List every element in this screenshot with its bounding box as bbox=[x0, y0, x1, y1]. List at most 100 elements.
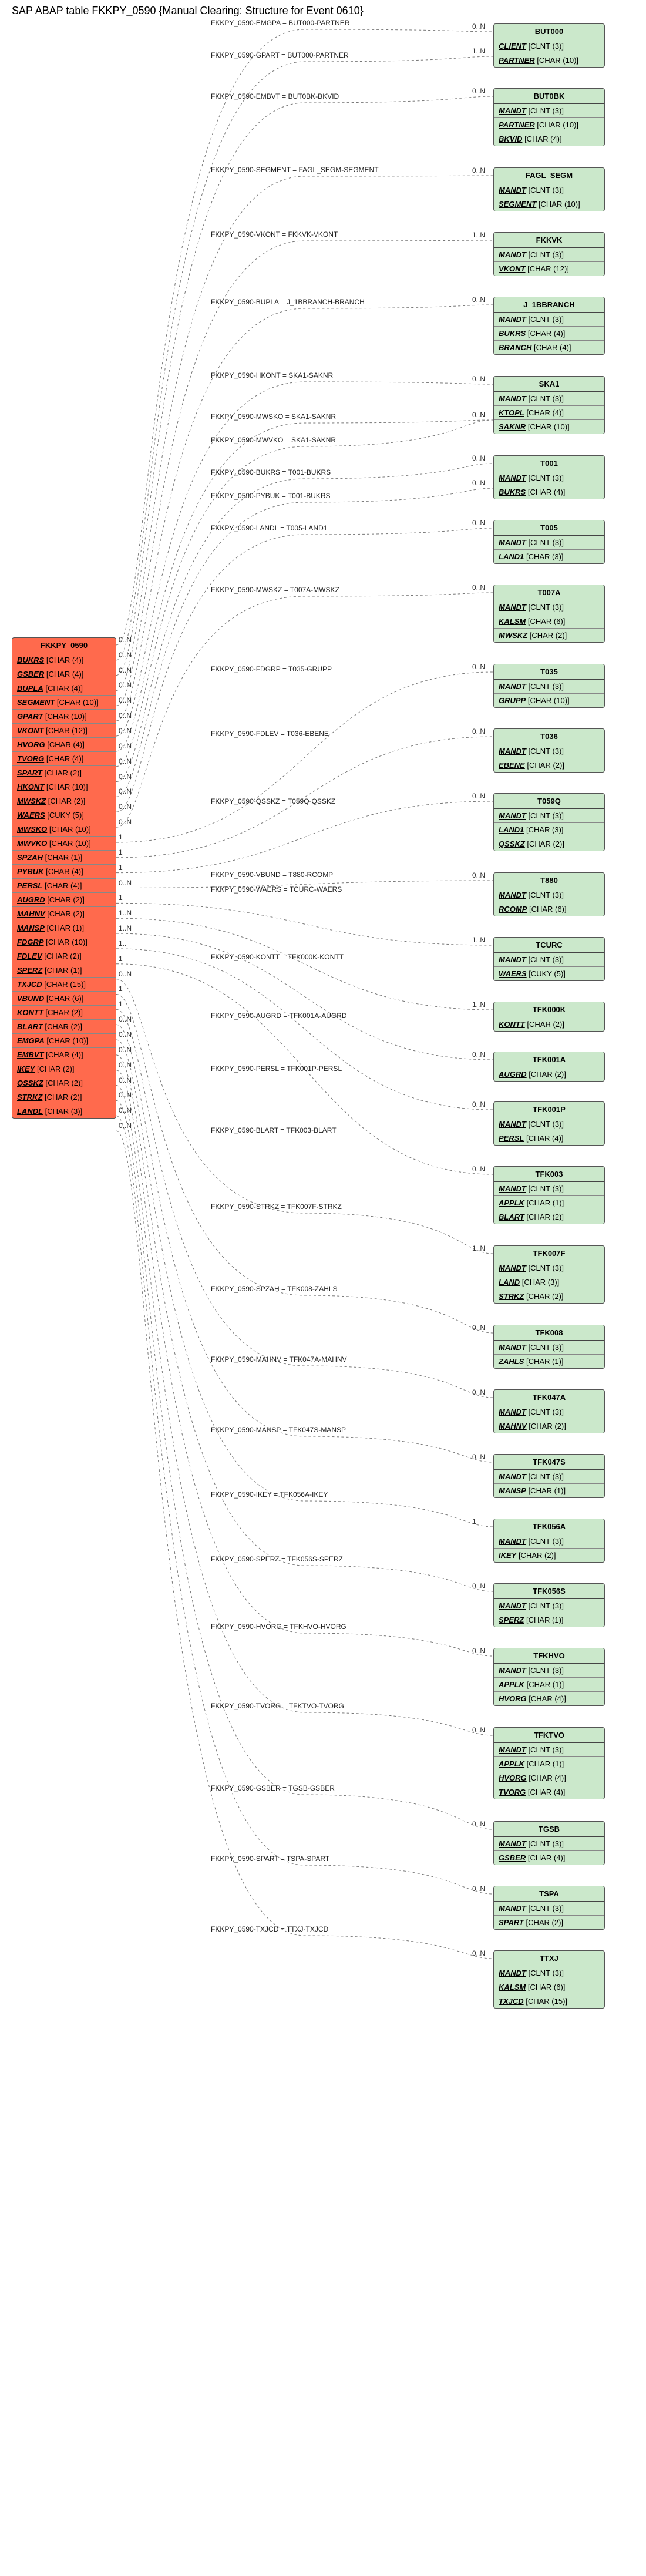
field-row: PERSL [CHAR (4)] bbox=[494, 1131, 604, 1145]
field-row: MAHNV [CHAR (2)] bbox=[494, 1419, 604, 1433]
field-row: VKONT [CHAR (12)] bbox=[12, 723, 116, 737]
field-row: EBENE [CHAR (2)] bbox=[494, 758, 604, 772]
cardinality-source: 0..N bbox=[119, 879, 132, 887]
field-row: QSSKZ [CHAR (2)] bbox=[12, 1076, 116, 1090]
edge-label: FKKPY_0590-EMBVT = BUT0BK-BKVID bbox=[211, 92, 339, 100]
cardinality-target: 0..N bbox=[472, 295, 485, 304]
entity-header: T059Q bbox=[494, 794, 604, 809]
field-row: MANDT [CLNT (3)] bbox=[494, 1966, 604, 1980]
edge-label: FKKPY_0590-WAERS = TCURC-WAERS bbox=[211, 885, 342, 894]
cardinality-source: 0..N bbox=[119, 757, 132, 765]
entity-header: TFK056S bbox=[494, 1584, 604, 1599]
cardinality-source: 1 bbox=[119, 985, 123, 993]
field-row: MANDT [CLNT (3)] bbox=[494, 680, 604, 693]
edge-label: FKKPY_0590-SPART = TSPA-SPART bbox=[211, 1855, 329, 1863]
field-row: MANDT [CLNT (3)] bbox=[494, 809, 604, 822]
field-row: GPART [CHAR (10)] bbox=[12, 709, 116, 723]
cardinality-source: 1 bbox=[119, 864, 123, 872]
entity-header: TFKTVO bbox=[494, 1728, 604, 1743]
edge-label: FKKPY_0590-HVORG = TFKHVO-HVORG bbox=[211, 1623, 346, 1631]
cardinality-target: 1..N bbox=[472, 936, 485, 944]
edge-label: FKKPY_0590-GPART = BUT000-PARTNER bbox=[211, 51, 349, 59]
cardinality-source: 0..N bbox=[119, 711, 132, 720]
cardinality-target: 0..N bbox=[472, 519, 485, 527]
cardinality-source: 1 bbox=[119, 894, 123, 902]
field-row: BLART [CHAR (2)] bbox=[12, 1019, 116, 1033]
entity-header: J_1BBRANCH bbox=[494, 297, 604, 313]
field-row: KTOPL [CHAR (4)] bbox=[494, 405, 604, 419]
edge-label: FKKPY_0590-BUPLA = J_1BBRANCH-BRANCH bbox=[211, 298, 365, 306]
field-row: PARTNER [CHAR (10)] bbox=[494, 117, 604, 132]
cardinality-target: 1..N bbox=[472, 47, 485, 55]
entity-fkkvk: FKKVKMANDT [CLNT (3)]VKONT [CHAR (12)] bbox=[493, 232, 605, 276]
field-row: MANDT [CLNT (3)] bbox=[494, 744, 604, 758]
cardinality-source: 1.. bbox=[119, 939, 126, 948]
cardinality-target: 0..N bbox=[472, 1165, 485, 1173]
cardinality-source: 0..N bbox=[119, 1015, 132, 1023]
field-row: MANDT [CLNT (3)] bbox=[494, 600, 604, 614]
field-row: SAKNR [CHAR (10)] bbox=[494, 419, 604, 434]
field-row: PARTNER [CHAR (10)] bbox=[494, 53, 604, 67]
entity-header: T007A bbox=[494, 585, 604, 600]
cardinality-source: 0..N bbox=[119, 651, 132, 659]
cardinality-target: 1..N bbox=[472, 1244, 485, 1252]
cardinality-target: 0..N bbox=[472, 1100, 485, 1109]
entity-tfk001p: TFK001PMANDT [CLNT (3)]PERSL [CHAR (4)] bbox=[493, 1101, 605, 1146]
edge-label: FKKPY_0590-SEGMENT = FAGL_SEGM-SEGMENT bbox=[211, 166, 379, 174]
cardinality-source: 0..N bbox=[119, 1121, 132, 1130]
entity-header: TSPA bbox=[494, 1886, 604, 1902]
cardinality-target: 1 bbox=[472, 1517, 476, 1526]
entity-t001: T001MANDT [CLNT (3)]BUKRS [CHAR (4)] bbox=[493, 455, 605, 499]
cardinality-source: 0..N bbox=[119, 1030, 132, 1039]
edge-label: FKKPY_0590-MWSKZ = T007A-MWSKZ bbox=[211, 586, 339, 594]
field-row: MANDT [CLNT (3)] bbox=[494, 1902, 604, 1915]
edge-label: FKKPY_0590-FDLEV = T036-EBENE bbox=[211, 730, 329, 738]
field-row: MANDT [CLNT (3)] bbox=[494, 1470, 604, 1483]
cardinality-target: 0..N bbox=[472, 1453, 485, 1461]
field-row: LANDL [CHAR (3)] bbox=[12, 1104, 116, 1118]
entity-fkkpy_0590: FKKPY_0590BUKRS [CHAR (4)]GSBER [CHAR (4… bbox=[12, 637, 116, 1119]
cardinality-target: 0..N bbox=[472, 1949, 485, 1957]
edge-label: FKKPY_0590-IKEY = TFK056A-IKEY bbox=[211, 1490, 328, 1499]
entity-header: TFKHVO bbox=[494, 1648, 604, 1664]
entity-t059q: T059QMANDT [CLNT (3)]LAND1 [CHAR (3)]QSS… bbox=[493, 793, 605, 851]
field-row: RCOMP [CHAR (6)] bbox=[494, 902, 604, 916]
cardinality-target: 0..N bbox=[472, 1050, 485, 1059]
field-row: WAERS [CUKY (5)] bbox=[494, 966, 604, 980]
cardinality-source: 0..N bbox=[119, 802, 132, 811]
entity-header: TFK008 bbox=[494, 1325, 604, 1341]
cardinality-source: 0..N bbox=[119, 636, 132, 644]
edge-label: FKKPY_0590-PERSL = TFK001P-PERSL bbox=[211, 1064, 342, 1073]
entity-ttxj: TTXJMANDT [CLNT (3)]KALSM [CHAR (6)]TXJC… bbox=[493, 1950, 605, 2009]
entity-header: TFK000K bbox=[494, 1002, 604, 1017]
entity-tfk047a: TFK047AMANDT [CLNT (3)]MAHNV [CHAR (2)] bbox=[493, 1389, 605, 1433]
edge-label: FKKPY_0590-BUKRS = T001-BUKRS bbox=[211, 468, 331, 476]
field-row: MWSKZ [CHAR (2)] bbox=[12, 794, 116, 808]
edge-label: FKKPY_0590-MWSKO = SKA1-SAKNR bbox=[211, 412, 336, 421]
cardinality-source: 1 bbox=[119, 833, 123, 841]
entity-tfk007f: TFK007FMANDT [CLNT (3)]LAND [CHAR (3)]ST… bbox=[493, 1245, 605, 1304]
field-row: EMGPA [CHAR (10)] bbox=[12, 1033, 116, 1047]
field-row: STRKZ [CHAR (2)] bbox=[12, 1090, 116, 1104]
field-row: SEGMENT [CHAR (10)] bbox=[12, 695, 116, 709]
field-row: SPART [CHAR (2)] bbox=[12, 765, 116, 780]
cardinality-source: 0..N bbox=[119, 727, 132, 735]
field-row: MANSP [CHAR (1)] bbox=[12, 921, 116, 935]
field-row: SPZAH [CHAR (1)] bbox=[12, 850, 116, 864]
field-row: MANDT [CLNT (3)] bbox=[494, 313, 604, 326]
cardinality-target: 1..N bbox=[472, 231, 485, 239]
field-row: QSSKZ [CHAR (2)] bbox=[494, 837, 604, 851]
entity-header: TCURC bbox=[494, 938, 604, 953]
field-row: AUGRD [CHAR (2)] bbox=[12, 892, 116, 906]
field-row: MANDT [CLNT (3)] bbox=[494, 1664, 604, 1677]
cardinality-source: 0..N bbox=[119, 787, 132, 795]
page-title: SAP ABAP table FKKPY_0590 {Manual Cleari… bbox=[12, 5, 364, 17]
field-row: TVORG [CHAR (4)] bbox=[12, 751, 116, 765]
entity-t880: T880MANDT [CLNT (3)]RCOMP [CHAR (6)] bbox=[493, 872, 605, 916]
entity-header: SKA1 bbox=[494, 377, 604, 392]
field-row: CLIENT [CLNT (3)] bbox=[494, 39, 604, 53]
field-row: ZAHLS [CHAR (1)] bbox=[494, 1354, 604, 1368]
field-row: APPLK [CHAR (1)] bbox=[494, 1756, 604, 1771]
cardinality-source: 1..N bbox=[119, 924, 132, 932]
cardinality-target: 0..N bbox=[472, 479, 485, 487]
